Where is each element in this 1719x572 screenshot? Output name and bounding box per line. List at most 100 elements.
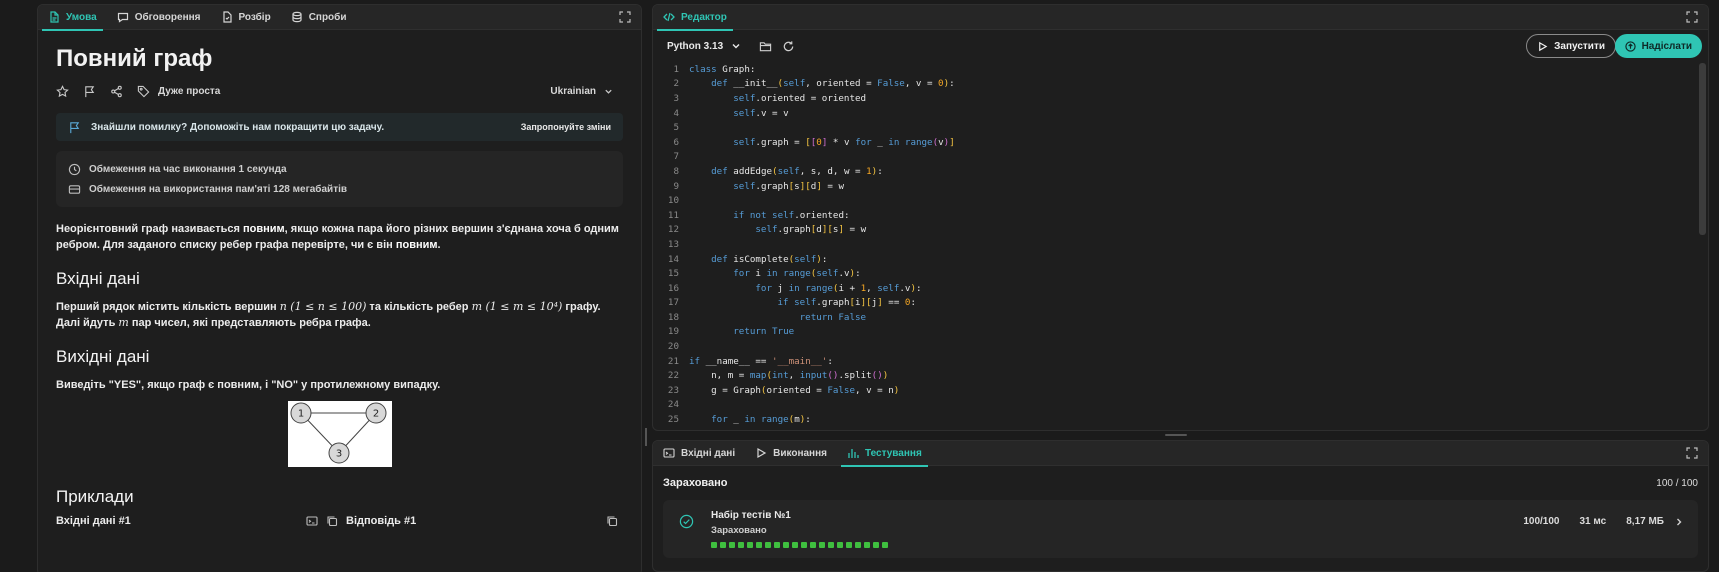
suggest-changes-link[interactable]: Запропонуйте зміни (521, 122, 611, 132)
tab-discussion[interactable]: Обговорення (107, 5, 211, 30)
share-icon[interactable] (110, 85, 123, 98)
run-button[interactable]: Запустити (1526, 34, 1616, 58)
tab-input-data[interactable]: Вхідні дані (653, 441, 745, 466)
test-passed-indicator[interactable] (828, 542, 834, 548)
test-passed-indicator[interactable] (738, 542, 744, 548)
code-text: g = Graph(oriented = False, v = n) (689, 384, 900, 396)
editor-scrollbar[interactable] (1699, 63, 1706, 235)
tab-label: Обговорення (134, 11, 201, 23)
line-number: 9 (673, 180, 679, 192)
code-line[interactable]: 21 if __name__ == '__main__': (653, 354, 1696, 369)
test-passed-indicator[interactable] (810, 542, 816, 548)
flag-icon[interactable] (83, 85, 96, 98)
code-line[interactable]: 24 (653, 398, 1696, 413)
line-number: 4 (673, 107, 679, 119)
code-text: self.graph[d][s] = w (755, 224, 867, 236)
test-passed-indicator[interactable] (792, 542, 798, 548)
language-select[interactable]: Ukrainian (550, 86, 613, 97)
code-line[interactable]: 6 self.graph = [[0] * v for _ in range(v… (653, 135, 1696, 150)
notice-text: Знайшли помилку? Допоможіть нам покращит… (91, 121, 385, 133)
test-passed-indicator[interactable] (864, 542, 870, 548)
folder-icon[interactable] (759, 40, 772, 53)
submit-button[interactable]: Надіслати (1614, 34, 1702, 58)
code-line[interactable]: 13 (653, 237, 1696, 252)
test-passed-indicator[interactable] (882, 542, 888, 548)
tab-execution[interactable]: Виконання (745, 441, 837, 466)
statement-bold: повним (395, 239, 438, 251)
chevron-down-icon (605, 89, 612, 94)
test-passed-indicator[interactable] (729, 542, 735, 548)
code-line[interactable]: 9 self.graph[s][d] = w (653, 179, 1696, 194)
expand-icon[interactable] (1686, 447, 1698, 459)
input-text: Перший рядок містить кількість вершин (56, 301, 280, 313)
reset-icon[interactable] (782, 40, 795, 53)
code-line[interactable]: 16 for j in range(i + 1, self.v): (653, 281, 1696, 296)
statement-text: Неорієнтовний граф називається (56, 223, 243, 235)
code-line[interactable]: 1 class Graph: (653, 62, 1696, 77)
code-line[interactable]: 17 if self.graph[i][j] == 0: (653, 296, 1696, 311)
left-gutter (0, 0, 37, 572)
check-circle-icon (679, 514, 694, 529)
code-line[interactable]: 7 (653, 150, 1696, 165)
code-line[interactable]: 18 return False (653, 310, 1696, 325)
run-label: Запустити (1554, 40, 1605, 52)
code-line[interactable]: 4 self.v = v (653, 106, 1696, 121)
code-line[interactable]: 23 g = Graph(oriented = False, v = n) (653, 383, 1696, 398)
expand-icon[interactable] (619, 11, 631, 23)
testset-card[interactable]: Набір тестів №1 Зараховано 100/100 31 мс… (663, 500, 1698, 558)
code-line[interactable]: 2 def __init__(self, oriented = False, v… (653, 77, 1696, 92)
terminal-icon[interactable] (306, 515, 318, 527)
code-line[interactable]: 22 n, m = map(int, input().split()) (653, 368, 1696, 383)
test-passed-indicator[interactable] (837, 542, 843, 548)
test-passed-indicator[interactable] (873, 542, 879, 548)
test-passed-indicator[interactable] (783, 542, 789, 548)
test-passed-indicator[interactable] (720, 542, 726, 548)
example-input-label: Вхідні дані #1 (56, 515, 131, 527)
tab-editor[interactable]: Редактор (653, 5, 737, 31)
code-line[interactable]: 11 if not self.oriented: (653, 208, 1696, 223)
code-line[interactable]: 5 (653, 120, 1696, 135)
test-passed-indicator[interactable] (801, 542, 807, 548)
example-output-header: Відповідь #1 (346, 515, 618, 527)
copy-icon[interactable] (326, 515, 338, 527)
test-passed-indicator[interactable] (855, 542, 861, 548)
tab-testing[interactable]: Тестування (837, 441, 932, 467)
star-icon[interactable] (56, 84, 69, 98)
code-line[interactable]: 12 self.graph[d][s] = w (653, 223, 1696, 238)
code-text: self.graph[s][d] = w (733, 180, 845, 192)
test-passed-indicator[interactable] (747, 542, 753, 548)
code-line[interactable]: 3 self.oriented = oriented (653, 91, 1696, 106)
language-version-select[interactable]: Python 3.13 (667, 41, 741, 52)
code-editor[interactable]: 1 class Graph: 2 def __init__(self, orient… (653, 62, 1696, 430)
line-number: 21 (667, 355, 679, 367)
code-line[interactable]: 15 for i in range(self.v): (653, 266, 1696, 281)
code-line[interactable]: 14 def isComplete(self): (653, 252, 1696, 267)
test-passed-indicator[interactable] (711, 542, 717, 548)
editor-resize-handle[interactable] (1165, 434, 1187, 436)
document-icon (50, 11, 59, 23)
panel-resize-handle[interactable] (645, 428, 647, 446)
code-line[interactable]: 25 for _ in range(m): (653, 412, 1696, 427)
output-description: Виведіть "YES", якщо граф є повним, і "N… (56, 379, 441, 391)
test-passed-indicator[interactable] (756, 542, 762, 548)
copy-icon[interactable] (606, 515, 618, 527)
code-line[interactable]: 19 return True (653, 325, 1696, 340)
code-line[interactable]: 8 def addEdge(self, s, d, w = 1): (653, 164, 1696, 179)
test-passed-indicator[interactable] (774, 542, 780, 548)
line-number: 15 (667, 268, 679, 280)
input-text: та кількість ребер (366, 301, 472, 313)
tab-attempts[interactable]: Спроби (281, 5, 357, 30)
tab-editorial[interactable]: Розбір (211, 5, 281, 30)
code-line[interactable]: 10 (653, 193, 1696, 208)
line-number: 11 (667, 209, 679, 221)
test-passed-indicator[interactable] (819, 542, 825, 548)
test-passed-indicator[interactable] (846, 542, 852, 548)
math-m: m (118, 316, 129, 329)
expand-icon[interactable] (1686, 11, 1698, 23)
code-text: if not self.oriented: (733, 209, 850, 221)
test-indicators (711, 542, 1686, 548)
tab-statement[interactable]: Умова (38, 5, 107, 31)
test-passed-indicator[interactable] (765, 542, 771, 548)
code-line[interactable]: 20 (653, 339, 1696, 354)
chevron-right-icon[interactable] (1674, 517, 1684, 527)
